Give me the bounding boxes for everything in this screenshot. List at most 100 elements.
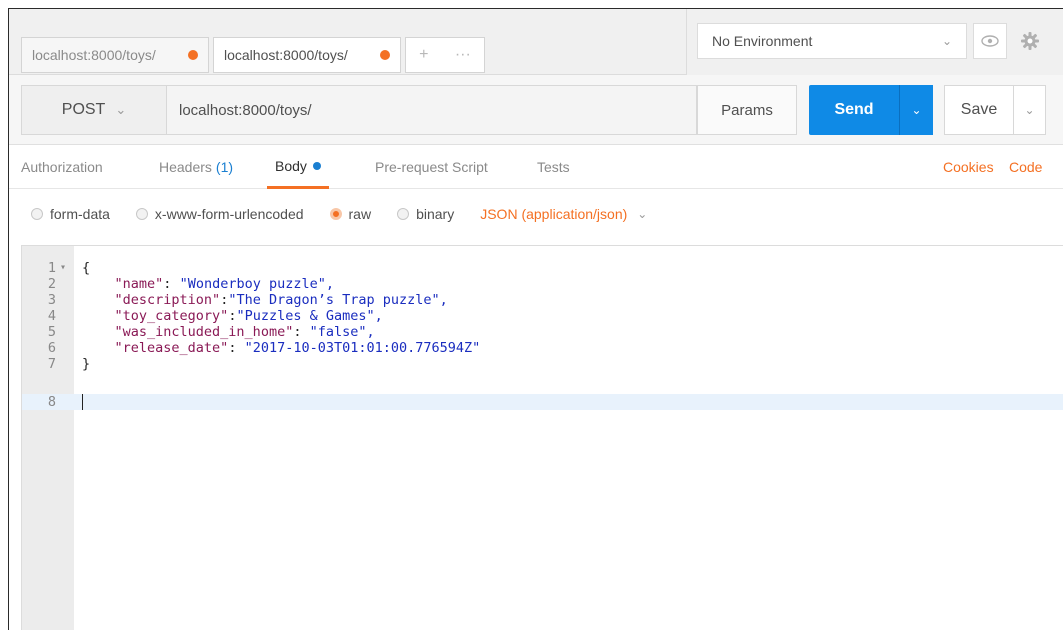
body-editor[interactable]: 1 ▾ { 2 "name": "Wonderboy puzzle", 3 "d… bbox=[21, 245, 1063, 630]
editor-line: 3 "description":"The Dragon’s Trap puzzl… bbox=[22, 292, 1063, 308]
code-text bbox=[82, 394, 83, 410]
tab-label: Headers bbox=[159, 159, 212, 175]
chevron-down-icon: ⌄ bbox=[911, 103, 922, 117]
chevron-down-icon: ⌄ bbox=[115, 102, 127, 117]
chevron-down-icon: ⌄ bbox=[941, 34, 952, 48]
content-type-label: JSON (application/json) bbox=[480, 206, 628, 222]
eye-icon bbox=[981, 35, 999, 47]
json-separator: : bbox=[163, 276, 180, 292]
send-dropdown-button[interactable]: ⌄ bbox=[899, 85, 933, 135]
params-button[interactable]: Params bbox=[697, 85, 797, 135]
environment-settings-button[interactable] bbox=[1013, 23, 1047, 59]
tab-headers[interactable]: Headers (1) bbox=[159, 145, 233, 189]
json-value: "2017-10-03T01:01:00.776594Z" bbox=[244, 340, 481, 356]
code-text: "name": "Wonderboy puzzle", bbox=[82, 276, 334, 292]
line-number: 7 bbox=[47, 356, 56, 372]
line-number: 1 bbox=[47, 260, 56, 276]
request-tab-2[interactable]: localhost:8000/toys/ bbox=[213, 37, 401, 73]
editor-line: 7 } bbox=[22, 356, 1063, 372]
save-dropdown-button[interactable]: ⌄ bbox=[1014, 85, 1046, 135]
radio-form-data[interactable]: form-data bbox=[31, 206, 110, 222]
line-number: 3 bbox=[47, 292, 56, 308]
radio-circle bbox=[135, 208, 148, 220]
json-value: "Wonderboy puzzle", bbox=[179, 276, 334, 292]
radio-circle bbox=[397, 208, 410, 220]
json-key: "was_included_in_home" bbox=[114, 324, 294, 340]
line-number: 2 bbox=[47, 276, 56, 292]
editor-line: 6 "release_date": "2017-10-03T01:01:00.7… bbox=[22, 340, 1063, 356]
content-type-select[interactable]: JSON (application/json) ⌄ bbox=[480, 206, 647, 222]
json-value: "The Dragon’s Trap puzzle", bbox=[228, 292, 448, 308]
unsaved-dot-icon bbox=[188, 50, 198, 60]
environment-selected-label: No Environment bbox=[712, 33, 813, 49]
json-key: "toy_category" bbox=[114, 308, 229, 324]
chevron-down-icon: ⌄ bbox=[1024, 103, 1035, 117]
cookies-link[interactable]: Cookies bbox=[943, 145, 994, 189]
editor-line: 1 ▾ { bbox=[22, 260, 1063, 276]
chevron-down-icon: ⌄ bbox=[637, 207, 648, 221]
tab-body[interactable]: Body bbox=[267, 145, 329, 189]
tab-label: Authorization bbox=[21, 159, 103, 175]
request-tab-label: localhost:8000/toys/ bbox=[224, 47, 348, 63]
radio-binary[interactable]: binary bbox=[397, 206, 454, 222]
body-modified-dot-icon bbox=[312, 161, 321, 170]
method-label: POST bbox=[61, 101, 106, 118]
line-number: 6 bbox=[47, 340, 56, 356]
code-text: { bbox=[82, 260, 91, 276]
json-value: "Puzzles & Games", bbox=[236, 308, 383, 324]
radio-circle bbox=[31, 208, 43, 220]
more-icon[interactable]: ··· bbox=[455, 46, 471, 64]
url-value: localhost:8000/toys/ bbox=[179, 101, 312, 119]
json-key: "name" bbox=[114, 276, 164, 292]
url-input[interactable]: localhost:8000/toys/ bbox=[167, 85, 697, 135]
code-text: "release_date": "2017-10-03T01:01:00.776… bbox=[82, 340, 481, 356]
gear-icon bbox=[1021, 32, 1039, 50]
body-type-selector: form-data x-www-form-urlencoded raw bina… bbox=[9, 189, 1063, 239]
code-text: "toy_category":"Puzzles & Games", bbox=[82, 308, 383, 324]
radio-raw[interactable]: raw bbox=[329, 206, 372, 222]
request-subtabs: Authorization Headers (1) Body Pre-reque… bbox=[9, 145, 1063, 189]
request-tab-label: localhost:8000/toys/ bbox=[32, 47, 156, 63]
editor-line: 4 "toy_category":"Puzzles & Games", bbox=[22, 308, 1063, 324]
radio-label: x-www-form-urlencoded bbox=[154, 206, 304, 222]
send-button[interactable]: Send bbox=[809, 85, 899, 135]
environment-area: No Environment ⌄ bbox=[686, 9, 1063, 75]
line-number: 4 bbox=[47, 308, 56, 324]
radio-label: form-data bbox=[50, 206, 110, 222]
tab-prerequest-script[interactable]: Pre-request Script bbox=[375, 145, 488, 189]
tab-label: Body bbox=[275, 157, 307, 174]
json-separator: : bbox=[228, 340, 245, 356]
json-value: "false", bbox=[309, 324, 375, 340]
radio-label: raw bbox=[348, 206, 372, 222]
tab-authorization[interactable]: Authorization bbox=[21, 145, 103, 189]
radio-urlencoded[interactable]: x-www-form-urlencoded bbox=[135, 206, 304, 222]
environment-select[interactable]: No Environment ⌄ bbox=[697, 23, 967, 59]
code-text: } bbox=[82, 356, 91, 372]
tab-label: Pre-request Script bbox=[375, 159, 488, 175]
json-key: "release_date" bbox=[114, 340, 229, 356]
unsaved-dot-icon bbox=[380, 50, 390, 60]
postman-window: localhost:8000/toys/ localhost:8000/toys… bbox=[8, 8, 1063, 630]
line-number: 5 bbox=[47, 324, 56, 340]
tab-tests[interactable]: Tests bbox=[537, 145, 570, 189]
editor-line: 2 "name": "Wonderboy puzzle", bbox=[22, 276, 1063, 292]
plus-icon[interactable]: + bbox=[419, 46, 428, 64]
json-key: "description" bbox=[114, 292, 221, 308]
request-tab-1[interactable]: localhost:8000/toys/ bbox=[21, 37, 209, 73]
code-text: "was_included_in_home": "false", bbox=[82, 324, 375, 340]
radio-label: binary bbox=[416, 206, 455, 222]
line-number: 8 bbox=[47, 394, 56, 410]
text-cursor bbox=[82, 394, 83, 410]
request-bar: POST ⌄ localhost:8000/toys/ Params Send … bbox=[9, 75, 1063, 145]
json-separator: : bbox=[293, 324, 310, 340]
editor-line-current: 8 bbox=[22, 394, 1063, 410]
tab-bar: localhost:8000/toys/ localhost:8000/toys… bbox=[9, 9, 1063, 75]
code-link[interactable]: Code bbox=[1009, 145, 1042, 189]
new-tab-controls: + ··· bbox=[405, 37, 485, 73]
environment-quick-look-button[interactable] bbox=[973, 23, 1007, 59]
tab-label: Tests bbox=[537, 159, 570, 175]
fold-arrow-icon[interactable]: ▾ bbox=[60, 260, 66, 276]
method-select[interactable]: POST ⌄ bbox=[21, 85, 167, 135]
code-text: "description":"The Dragon’s Trap puzzle"… bbox=[82, 292, 448, 308]
save-button[interactable]: Save bbox=[944, 85, 1014, 135]
